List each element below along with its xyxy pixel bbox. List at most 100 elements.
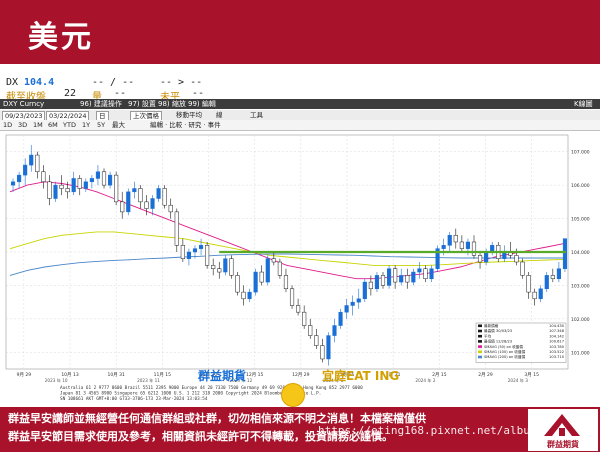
candle-body [114, 174, 119, 203]
candle-body [35, 154, 40, 173]
legend-label: 平均 [484, 333, 492, 338]
candle-body [29, 154, 34, 166]
legend-label: 最新價格 [484, 323, 499, 328]
candle-body [47, 181, 52, 199]
range-ytd[interactable]: YTD [63, 120, 76, 130]
candle-body [520, 261, 525, 276]
candle-body [544, 275, 549, 290]
candle-body [471, 241, 477, 256]
candle-body [259, 271, 264, 283]
candle-body [453, 235, 458, 243]
y-tick-label: 101.000 [571, 350, 590, 356]
security-name[interactable]: DXY Curncy [3, 99, 44, 109]
candle-body [53, 184, 58, 199]
candle-body [326, 335, 331, 360]
range-1m[interactable]: 1M [33, 120, 43, 130]
quote-close-value: 22 [64, 88, 77, 99]
range-max[interactable]: 最大 [112, 120, 125, 130]
candle-body [538, 288, 543, 300]
menu-item-actions[interactable]: 96) 建議操作 [80, 99, 122, 109]
candle-body [65, 188, 70, 193]
candle-body [484, 251, 489, 263]
watermark-text-left: 群益期貨 [198, 369, 247, 383]
candle-body [296, 305, 301, 313]
slide-title: 美元 [28, 20, 94, 55]
candle-body [411, 271, 416, 283]
slide-header: 美元 [0, 0, 600, 64]
candle-body [217, 268, 222, 273]
range-5y[interactable]: 5Y [97, 120, 105, 130]
x-month-label: 2024 年 2 [415, 377, 436, 384]
y-tick-label: 103.000 [571, 283, 590, 289]
candle-body [405, 275, 410, 283]
candle-body [174, 211, 179, 246]
legend-swatch [478, 350, 482, 354]
range-3d[interactable]: 3D [18, 120, 27, 130]
y-tick-label: 106.000 [571, 183, 590, 189]
toolbar-ranges: 1D 3D 1M 6M YTD 1Y 5Y 最大 編輯 · 比較 · 研究 · … [0, 120, 600, 131]
candle-body [265, 258, 270, 283]
x-tick-label: 2月 29 [478, 372, 493, 378]
candle-body [302, 311, 307, 326]
candle-body [198, 245, 204, 249]
legend-swatch [478, 334, 482, 338]
candle-body [150, 198, 155, 209]
candle-body [83, 181, 88, 189]
candle-body [205, 245, 210, 266]
watermark-text-right: 宜庭EAT ING [322, 369, 400, 383]
candle-body [362, 281, 367, 300]
legend-swatch [478, 355, 482, 359]
candle-body [289, 288, 295, 306]
candle-body [562, 238, 568, 269]
quote-volume-value: -- [114, 88, 127, 99]
legend-swatch [478, 324, 482, 328]
legend-value: 103.710 [549, 355, 565, 359]
legend-label: SMAVG (50) on 收盤價 [484, 344, 523, 349]
menu-item-settings[interactable]: 97) 設置 [128, 99, 156, 109]
option-line[interactable]: 線 [216, 110, 223, 120]
menu-chart-type[interactable]: K線圖 [574, 99, 593, 109]
candle-body [344, 305, 349, 313]
candle-body [162, 188, 167, 206]
candle-body [556, 268, 561, 279]
candle-body [526, 275, 531, 293]
candle-body [283, 275, 289, 290]
candle-body [271, 258, 276, 263]
candle-body [180, 245, 185, 259]
draw-tools[interactable]: 編輯 · 比較 · 研究 · 事件 [150, 120, 221, 130]
candle-body [156, 188, 161, 199]
candle-body [101, 171, 107, 186]
candle-body [186, 251, 191, 259]
legend-value: 107.348 [549, 329, 565, 333]
candle-body [229, 258, 234, 276]
candle-body [10, 181, 16, 186]
quote-change: -- / -- [92, 77, 135, 88]
price-chart: 101.000 102.000 103.000 104.000 105.000 106.0… [5, 134, 590, 402]
option-linear[interactable]: 移動平均 [176, 110, 202, 120]
option-tools[interactable]: 工具 [250, 110, 263, 120]
quote-oi-value: -- [192, 88, 205, 99]
sun-mascot-icon [281, 383, 305, 407]
quote-last: 104.4 [24, 77, 55, 88]
candle-body [308, 325, 313, 336]
candle-body [477, 255, 483, 263]
legend-value: 100.617 [549, 340, 564, 344]
range-1d[interactable]: 1D [3, 120, 12, 130]
candle-body [192, 248, 198, 253]
y-tick-label: 107.000 [571, 150, 590, 156]
album-url[interactable]: https://eting168.pixnet.net/album [318, 424, 537, 437]
quote-range: -- > -- [160, 77, 203, 88]
candle-body [393, 268, 398, 283]
candle-body [59, 184, 64, 189]
candle-body [423, 268, 428, 279]
range-1y[interactable]: 1Y [82, 120, 90, 130]
menu-item-zoom[interactable]: 98) 縮放 [158, 99, 186, 109]
range-6m[interactable]: 6M [48, 120, 58, 130]
candle-body [356, 298, 361, 303]
candle-body [380, 275, 386, 286]
candle-body [126, 191, 131, 213]
candle-body [132, 188, 137, 193]
candle-body [550, 275, 555, 279]
candle-body [247, 291, 252, 300]
menu-item-edit[interactable]: 99) 編輯 [188, 99, 216, 109]
